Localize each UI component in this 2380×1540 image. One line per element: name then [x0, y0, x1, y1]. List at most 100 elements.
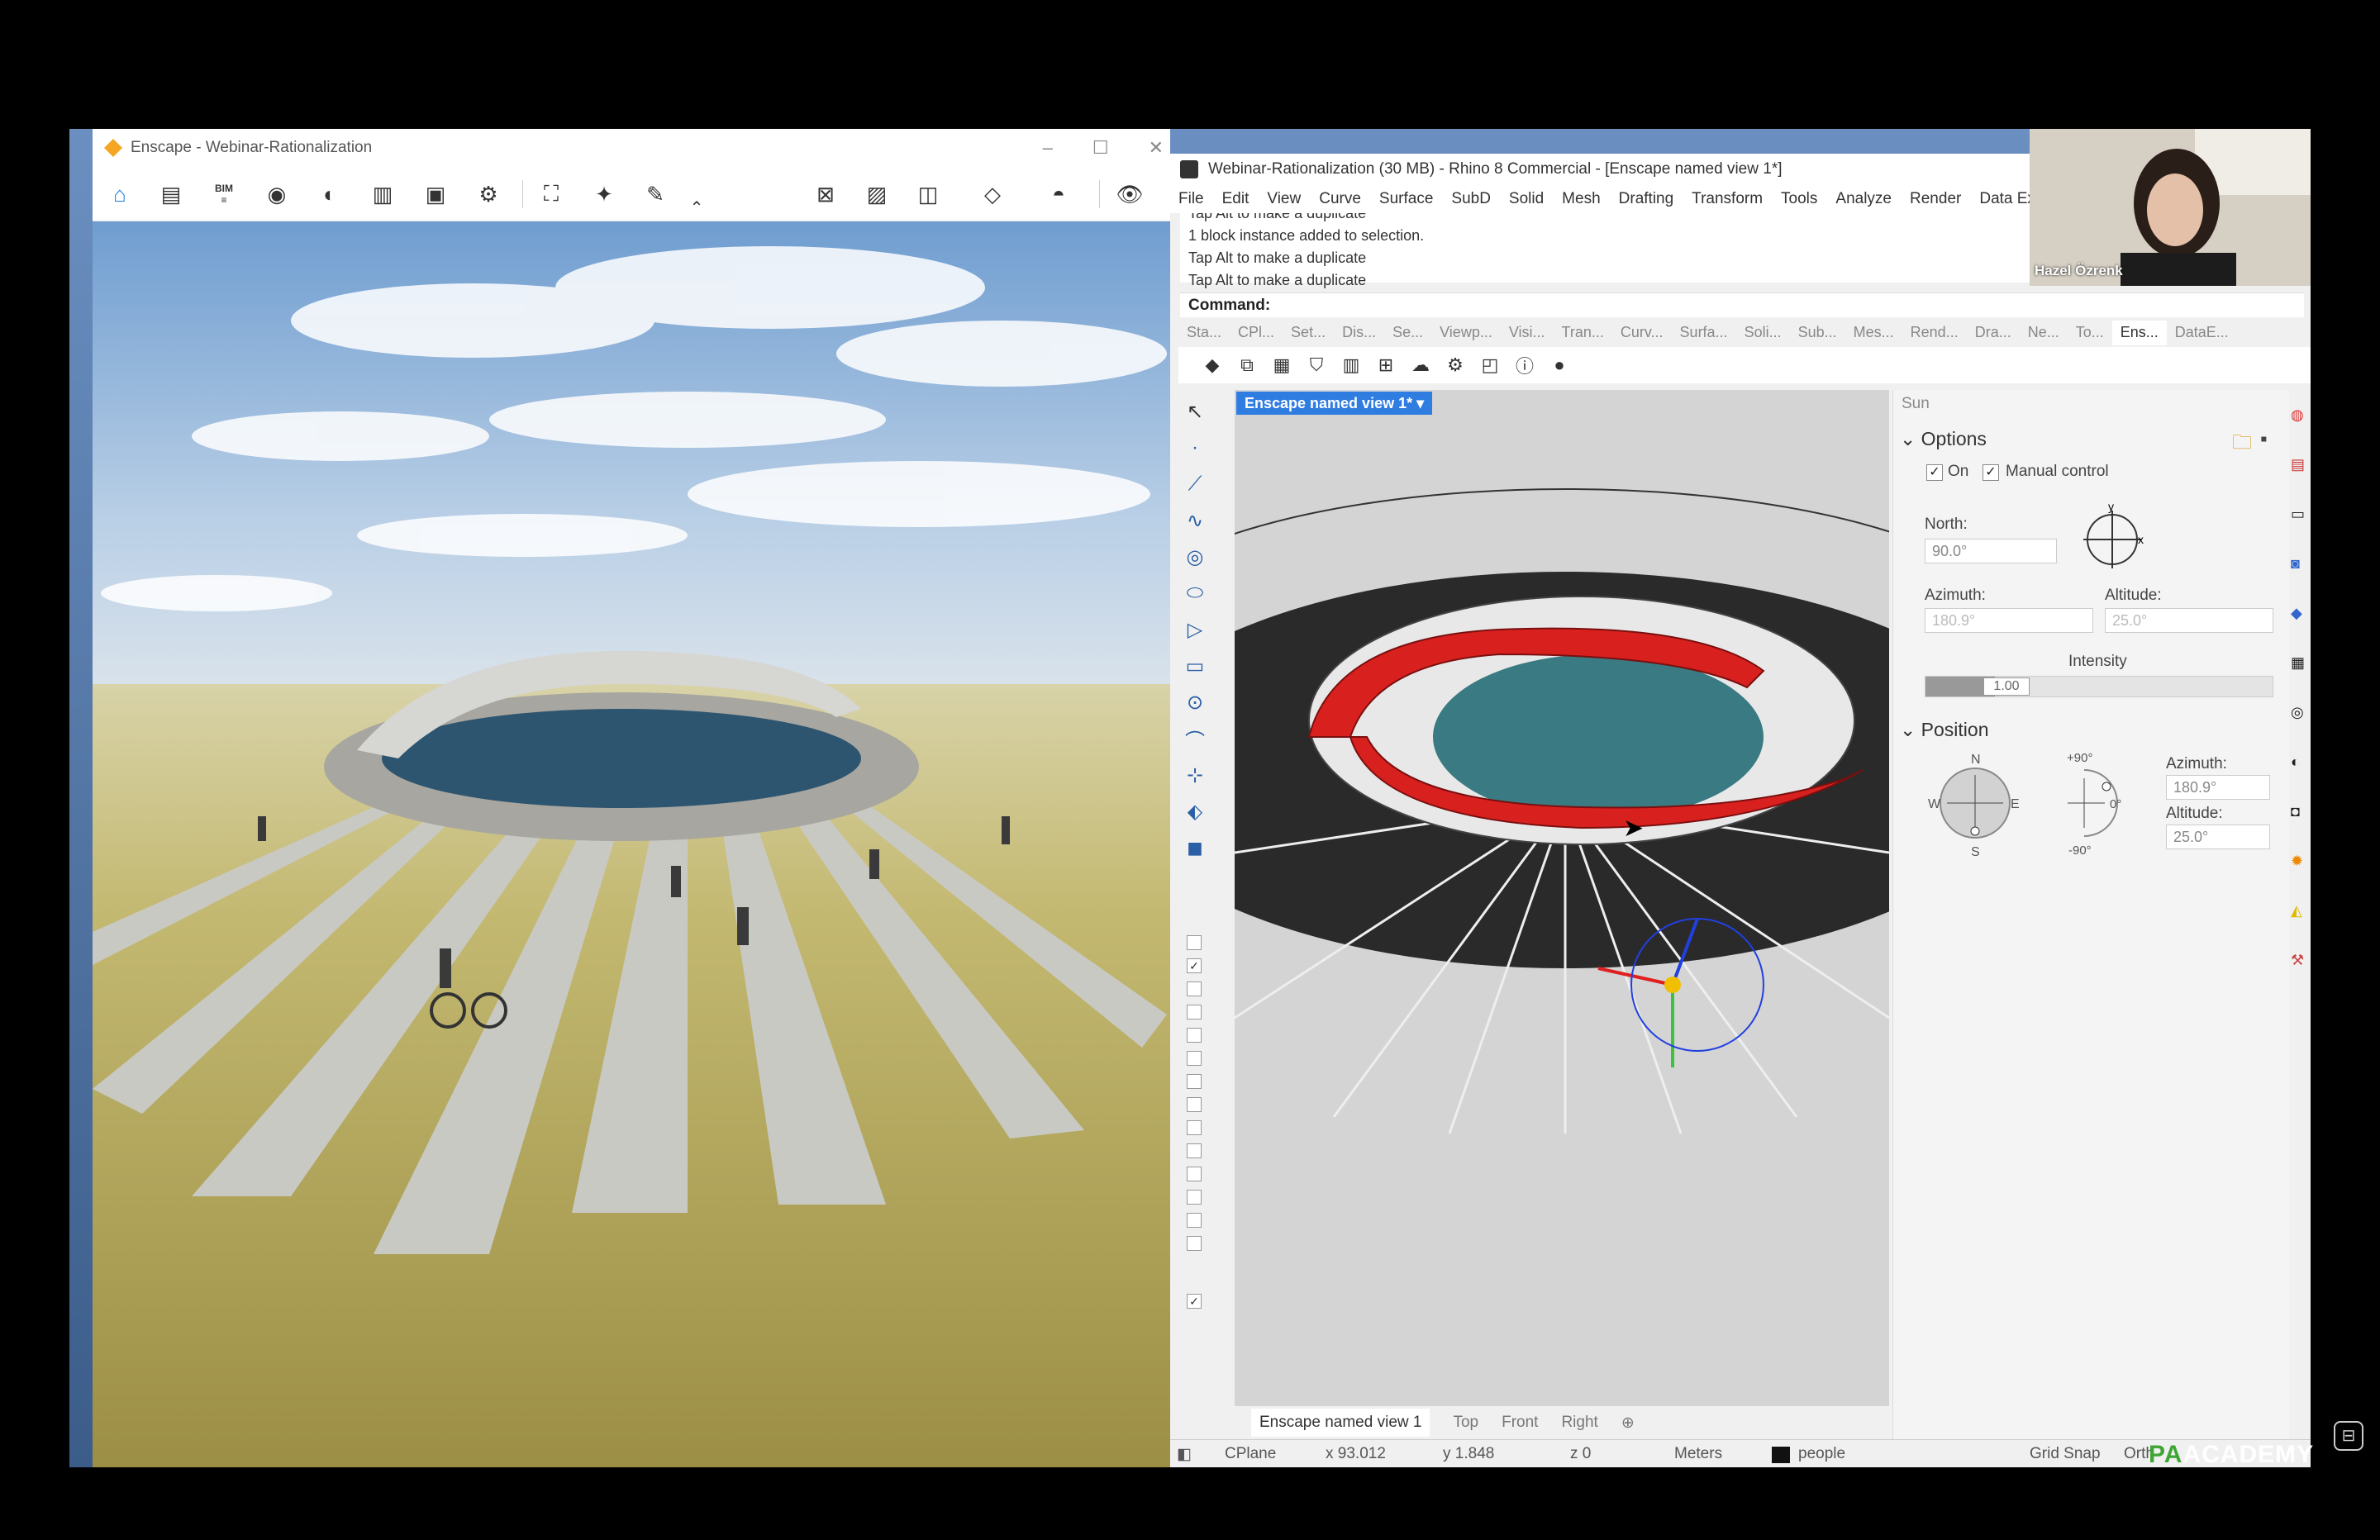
cloud-upload-icon[interactable]: ☁	[1408, 353, 1433, 378]
settings-icon[interactable]: ⚙	[473, 178, 504, 210]
bim-icon[interactable]: BIM ≡	[208, 178, 240, 210]
minimize-icon[interactable]: –	[1043, 137, 1053, 159]
menu-render[interactable]: Render	[1910, 190, 1961, 208]
settings-icon[interactable]: ⚙	[1443, 353, 1468, 378]
tab-curve-tools[interactable]: Curv...	[1612, 321, 1672, 345]
folder-icon[interactable]: 🗀	[2232, 428, 2252, 462]
status-layer[interactable]: people	[1798, 1445, 1845, 1463]
asset-library-icon[interactable]: ▣	[420, 178, 451, 210]
tab-data-exchange[interactable]: DataE...	[2167, 321, 2237, 345]
book-icon[interactable]: ▥	[1339, 353, 1364, 378]
tab-solid-tools[interactable]: Soli...	[1736, 321, 1790, 345]
north-input[interactable]: 90.0°	[1925, 539, 2057, 563]
north-dial-icon[interactable]: y x	[2075, 502, 2149, 577]
layer-checkbox[interactable]	[1187, 1143, 1202, 1158]
image-icon[interactable]: ▨	[861, 178, 892, 210]
menu-edit[interactable]: Edit	[1222, 190, 1250, 208]
tab-set-view[interactable]: Set...	[1283, 321, 1334, 345]
tab-new-in-v8[interactable]: Ne...	[2020, 321, 2068, 345]
compass-dial[interactable]: N S E W	[1921, 745, 2029, 861]
atmosphere-icon[interactable]: ◐	[314, 178, 345, 210]
extrude-icon[interactable]: ⬖	[1180, 796, 1210, 826]
enscape-render-view[interactable]	[93, 221, 1170, 1467]
menu-tools[interactable]: Tools	[1781, 190, 1817, 208]
layer-checkbox[interactable]	[1187, 1190, 1202, 1205]
notification-icon[interactable]: ◆	[2291, 605, 2302, 622]
tab-tools[interactable]: To...	[2068, 321, 2112, 345]
tab-render-tools[interactable]: Rend...	[1902, 321, 1967, 345]
layer-checkbox[interactable]	[1187, 982, 1202, 996]
layer-checkbox[interactable]	[1187, 1167, 1202, 1181]
add-viewport-icon[interactable]: ⊕	[1621, 1414, 1635, 1433]
window-icon[interactable]: ◰	[1478, 353, 1502, 378]
vr-headset-icon[interactable]: ◓	[1043, 178, 1074, 210]
layer-checkbox[interactable]	[1187, 1213, 1202, 1228]
notes-icon[interactable]: ▤	[155, 178, 187, 210]
panel-toggle-icon[interactable]: ◧	[1177, 1445, 1192, 1464]
layer-checkbox[interactable]	[1187, 1028, 1202, 1043]
layer-checkbox[interactable]	[1187, 1097, 1202, 1112]
altitude-dial[interactable]: +90° 0° -90°	[2039, 745, 2130, 861]
sun-icon[interactable]: ✹	[2291, 853, 2303, 870]
menu-analyze[interactable]: Analyze	[1835, 190, 1892, 208]
materials-icon[interactable]: ◇	[977, 178, 1008, 210]
menu-subd[interactable]: SubD	[1451, 190, 1491, 208]
capture-icon[interactable]: ▦	[1269, 353, 1294, 378]
render-icon[interactable]: ◙	[2291, 555, 2300, 573]
menu-transform[interactable]: Transform	[1692, 190, 1763, 208]
ellipse-icon[interactable]: ⬭	[1180, 578, 1210, 608]
close-icon[interactable]: ✕	[1149, 137, 1164, 159]
color-wheel-icon[interactable]: ◍	[2291, 406, 2304, 424]
position-heading[interactable]: ⌄ Position	[1900, 719, 1989, 741]
tab-cplanes[interactable]: CPl...	[1230, 321, 1283, 345]
polygon-icon[interactable]: ▷	[1180, 615, 1210, 644]
info-icon[interactable]: ⓘ	[1512, 353, 1537, 378]
layer-checkbox[interactable]	[1187, 1005, 1202, 1020]
chevron-up-icon[interactable]: ⌃	[681, 192, 712, 223]
camera-icon[interactable]: ◘	[2291, 803, 2300, 820]
rectangle-icon[interactable]: ▭	[1180, 651, 1210, 681]
ground-plane-icon[interactable]: ◐	[2291, 753, 2300, 771]
caption-icon[interactable]: ⊟	[2334, 1421, 2363, 1451]
options-heading[interactable]: ⌄ Options	[1900, 428, 1987, 450]
maximize-icon[interactable]: ☐	[1092, 137, 1109, 159]
position-altitude-input[interactable]: 25.0°	[2166, 825, 2270, 849]
surface-icon[interactable]: ⊙	[1180, 687, 1210, 717]
bell-icon[interactable]: ◭	[2291, 902, 2302, 920]
status-cplane[interactable]: CPlane	[1225, 1445, 1276, 1463]
menu-data-exchange[interactable]: Data Ex	[1979, 190, 2035, 208]
layer-checkbox[interactable]: ✓	[1187, 1294, 1202, 1309]
tab-select[interactable]: Se...	[1384, 321, 1431, 345]
menu-drafting[interactable]: Drafting	[1619, 190, 1674, 208]
dropdown-arrow-icon[interactable]: ▾	[1416, 395, 1424, 411]
tab-standard[interactable]: Sta...	[1178, 321, 1230, 345]
tool-icon[interactable]: ⚒	[2291, 952, 2304, 969]
sync-views-icon[interactable]: ⧉	[1235, 353, 1259, 378]
shield-icon[interactable]: ⛉	[1304, 353, 1329, 378]
menu-mesh[interactable]: Mesh	[1562, 190, 1600, 208]
tab-drafting[interactable]: Dra...	[1967, 321, 2020, 345]
layer-checkbox[interactable]	[1187, 1236, 1202, 1251]
viewport-tab-enscape[interactable]: Enscape named view 1	[1251, 1409, 1430, 1437]
box-icon[interactable]: ◼	[1180, 833, 1210, 863]
viewport-title[interactable]: Enscape named view 1* ▾	[1236, 392, 1433, 415]
menu-view[interactable]: View	[1267, 190, 1301, 208]
viewport-tab-top[interactable]: Top	[1453, 1414, 1478, 1432]
status-grid-snap[interactable]: Grid Snap	[2030, 1445, 2101, 1463]
layer-checkbox[interactable]	[1187, 935, 1202, 950]
eye-icon[interactable]: 👁	[1114, 178, 1145, 210]
tab-visibility[interactable]: Visi...	[1501, 321, 1554, 345]
cube-icon[interactable]: ◫	[912, 178, 944, 210]
sun-on-checkbox[interactable]: ✓	[1926, 464, 1943, 481]
tab-display[interactable]: Dis...	[1334, 321, 1384, 345]
point-icon[interactable]: ·	[1180, 433, 1210, 463]
menu-file[interactable]: File	[1178, 190, 1204, 208]
materials-icon[interactable]: ▦	[2291, 654, 2305, 672]
layer-checkbox[interactable]: ✓	[1187, 958, 1202, 973]
save-icon[interactable]: ▪	[2260, 428, 2268, 451]
pen-icon[interactable]: ✎	[640, 178, 671, 210]
screenshot-icon[interactable]: ⛶	[536, 178, 567, 210]
environment-icon[interactable]: ◎	[2291, 704, 2304, 721]
command-prompt[interactable]: Command:	[1180, 292, 2304, 317]
building-icon[interactable]: ▥	[367, 178, 398, 210]
